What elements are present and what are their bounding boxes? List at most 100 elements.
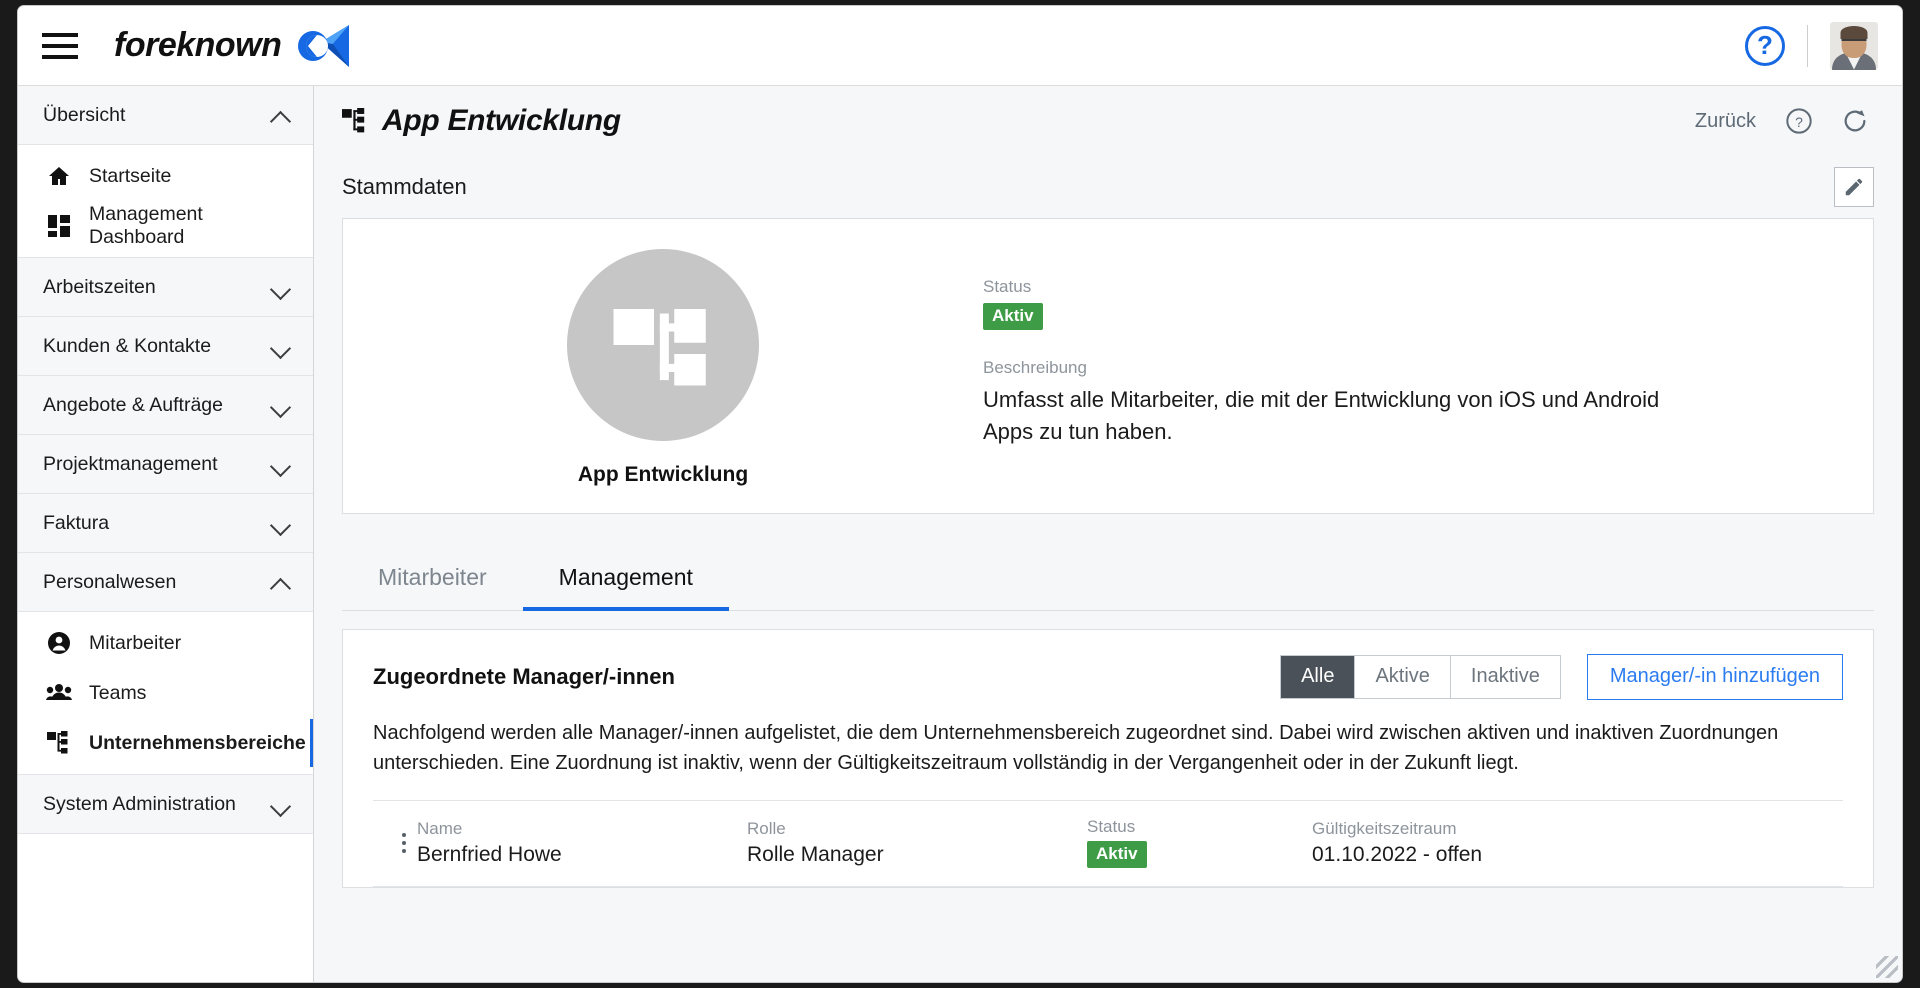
sidebar-subitems-uebersicht: Startseite Management Dashboard: [18, 145, 313, 258]
chevron-up-icon: [271, 576, 291, 588]
cell-value-name: Bernfried Howe: [417, 842, 562, 866]
column-header-period: Gültigkeitszeitraum: [1312, 818, 1457, 838]
sidebar-group-label: Personalwesen: [43, 570, 177, 593]
sidebar-group-label: Projektmanagement: [43, 452, 218, 475]
cell-role: Rolle Rolle Manager: [747, 819, 1087, 867]
cell-status: Status Aktiv: [1087, 817, 1312, 868]
sidebar-group-personalwesen[interactable]: Personalwesen: [18, 553, 313, 612]
sidebar-group-angebote-auftraege[interactable]: Angebote & Aufträge: [18, 376, 313, 435]
description-label: Beschreibung: [983, 358, 1087, 377]
tab-bar: Mitarbeiter Management: [342, 550, 1874, 611]
description-value: Umfasst alle Mitarbeiter, die mit der En…: [983, 387, 1660, 444]
sidebar-group-label: Kunden & Kontakte: [43, 334, 212, 357]
tab-mitarbeiter[interactable]: Mitarbeiter: [342, 550, 523, 611]
description-field: Beschreibung Umfasst alle Mitarbeiter, d…: [983, 358, 1833, 448]
brand-name: foreknown: [114, 26, 282, 64]
topbar-divider: [1807, 24, 1808, 67]
org-details-block: Status Aktiv Beschreibung Umfasst alle M…: [983, 219, 1873, 513]
avatar-hair: [1840, 25, 1868, 39]
status-field: Status Aktiv: [983, 277, 1833, 330]
cell-value-status: Aktiv: [1087, 841, 1312, 868]
avatar-glasses: [1841, 38, 1867, 45]
hamburger-line: [42, 32, 78, 37]
avatar[interactable]: [1830, 21, 1878, 70]
kebab-menu-icon[interactable]: [373, 832, 417, 853]
org-chart-icon: [613, 309, 706, 386]
sidebar-group-label: System Administration: [43, 792, 236, 815]
org-avatar: [567, 249, 759, 441]
chevron-down-icon: [271, 281, 291, 293]
add-manager-button[interactable]: Manager/-in hinzufügen: [1586, 654, 1843, 700]
org-identity-block: App Entwicklung: [343, 219, 983, 513]
back-button[interactable]: Zurück: [1695, 110, 1756, 133]
dashboard-grid-icon: [46, 213, 72, 239]
kebab-dot: [402, 840, 406, 845]
org-chart-icon: [46, 730, 72, 756]
help-circle-icon[interactable]: ?: [1745, 25, 1785, 66]
sidebar-item-label: Management Dashboard: [89, 203, 203, 248]
body-split: Übersicht Startseite Management Dashboar…: [18, 86, 1902, 982]
page-title: App Entwicklung: [342, 104, 621, 138]
help-circle-icon[interactable]: ?: [1784, 106, 1814, 136]
org-chart-icon: [342, 108, 365, 133]
managers-panel-description: Nachfolgend werden alle Manager/-innen a…: [373, 722, 1779, 774]
org-name: App Entwicklung: [577, 463, 749, 486]
home-icon: [46, 163, 72, 189]
sidebar-group-uebersicht[interactable]: Übersicht: [18, 86, 313, 145]
status-badge: Aktiv: [1087, 841, 1147, 868]
table-row[interactable]: Name Bernfried Howe Rolle Rolle Manager …: [373, 801, 1843, 887]
tab-management[interactable]: Management: [522, 550, 729, 611]
person-circle-icon: [46, 630, 72, 656]
sidebar-item-label: Startseite: [89, 164, 172, 187]
column-header-name: Name: [417, 818, 463, 838]
sidebar-group-arbeitszeiten[interactable]: Arbeitszeiten: [18, 258, 313, 317]
svg-text:?: ?: [1795, 114, 1803, 130]
sidebar-group-projektmanagement[interactable]: Projektmanagement: [18, 435, 313, 494]
hamburger-line: [42, 43, 78, 48]
filter-alle[interactable]: Alle: [1281, 656, 1356, 698]
chevron-down-icon: [271, 340, 291, 352]
resize-grip[interactable]: [1876, 956, 1898, 978]
column-header-status: Status: [1087, 817, 1136, 836]
sidebar-group-label: Übersicht: [43, 103, 126, 126]
sidebar-item-teams[interactable]: Teams: [18, 668, 313, 718]
sidebar-group-label: Faktura: [43, 511, 110, 534]
cell-value-period: 01.10.2022 - offen: [1312, 842, 1483, 866]
sidebar-item-management-dashboard[interactable]: Management Dashboard: [18, 201, 313, 251]
brand-logo[interactable]: foreknown: [114, 23, 353, 69]
filter-aktive[interactable]: Aktive: [1355, 656, 1451, 698]
section-title: Stammdaten: [342, 174, 467, 199]
refresh-icon[interactable]: [1840, 106, 1870, 136]
kebab-dot: [402, 848, 406, 853]
foreknown-logo-icon: [298, 24, 350, 67]
sidebar-item-unternehmensbereiche[interactable]: Unternehmensbereiche: [18, 718, 313, 768]
hamburger-icon[interactable]: [38, 24, 82, 68]
status-label: Status: [983, 277, 1032, 296]
sidebar-group-label: Arbeitszeiten: [43, 275, 156, 298]
top-bar: foreknown ?: [18, 6, 1902, 86]
sidebar-item-label: Teams: [89, 681, 147, 704]
sidebar-item-startseite[interactable]: Startseite: [18, 151, 313, 201]
column-header-role: Rolle: [747, 818, 786, 838]
status-filter-group: Alle Aktive Inaktive: [1280, 655, 1561, 699]
edit-button[interactable]: [1834, 167, 1874, 207]
pencil-edit-icon: [1845, 178, 1863, 196]
sidebar: Übersicht Startseite Management Dashboar…: [18, 86, 314, 982]
sidebar-group-system-administration[interactable]: System Administration: [18, 775, 313, 834]
filter-inaktive[interactable]: Inaktive: [1450, 656, 1560, 698]
hamburger-line: [42, 54, 78, 59]
managers-panel-title: Zugeordnete Manager/-innen: [373, 664, 675, 689]
sidebar-item-mitarbeiter[interactable]: Mitarbeiter: [18, 618, 313, 668]
sidebar-group-faktura[interactable]: Faktura: [18, 494, 313, 553]
main-content: App Entwicklung Zurück ? Stammdaten App …: [314, 86, 1902, 982]
managers-panel-header: Zugeordnete Manager/-innen Alle Aktive I…: [373, 654, 1843, 700]
section-bar: Stammdaten: [314, 156, 1902, 218]
cell-name: Name Bernfried Howe: [417, 819, 747, 867]
sidebar-group-kunden-kontakte[interactable]: Kunden & Kontakte: [18, 317, 313, 376]
sidebar-item-label: Mitarbeiter: [89, 631, 182, 654]
chevron-down-icon: [271, 517, 291, 529]
managers-table: Name Bernfried Howe Rolle Rolle Manager …: [373, 800, 1843, 887]
application-window: foreknown ? Übersicht Startseite Managem…: [18, 6, 1902, 982]
chevron-down-icon: [271, 458, 291, 470]
chevron-down-icon: [271, 798, 291, 810]
